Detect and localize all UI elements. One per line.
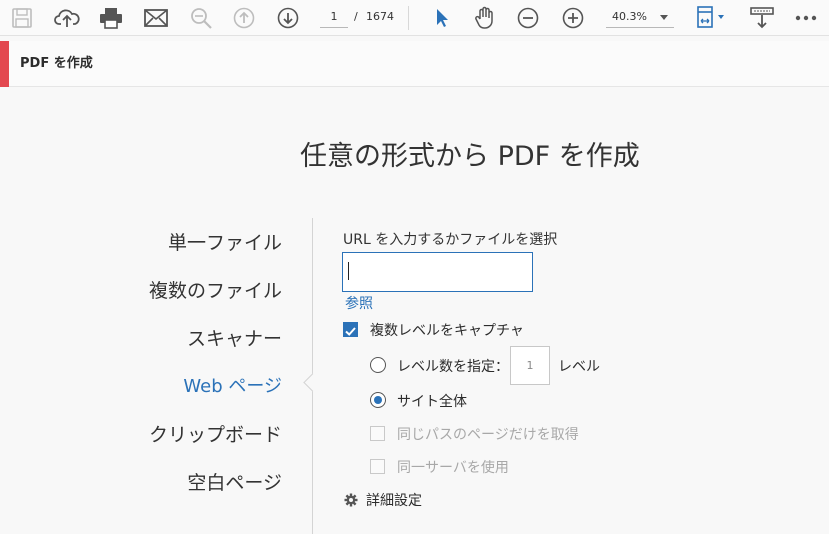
- nav-item-web-page[interactable]: Web ページ: [183, 372, 282, 398]
- advanced-settings-link[interactable]: 詳細設定: [366, 490, 422, 510]
- zoom-out-magnifier-icon[interactable]: [187, 4, 215, 32]
- nav-item-blank-page[interactable]: 空白ページ: [187, 468, 282, 495]
- page-up-icon[interactable]: [230, 4, 258, 32]
- select-arrow-icon[interactable]: [428, 4, 456, 32]
- titlebar-accent: [0, 41, 9, 87]
- same-path-checkbox[interactable]: [370, 426, 385, 441]
- whole-site-radio[interactable]: [370, 392, 386, 408]
- zoom-dropdown[interactable]: 40.3%: [606, 6, 674, 28]
- tool-title: PDF を作成: [20, 56, 93, 71]
- zoom-value: 40.3%: [612, 10, 647, 23]
- page-number-input[interactable]: 1: [320, 6, 348, 28]
- nav-item-multiple-files[interactable]: 複数のファイル: [149, 276, 282, 303]
- whole-site-label: サイト全体: [397, 394, 467, 410]
- nav-item-clipboard[interactable]: クリップボード: [149, 420, 282, 447]
- level-count-input[interactable]: 1: [510, 346, 550, 385]
- same-path-label: 同じパスのページだけを取得: [397, 427, 579, 443]
- page-down-icon[interactable]: [274, 4, 302, 32]
- level-suffix: レベル: [558, 359, 600, 375]
- same-server-checkbox[interactable]: [370, 459, 385, 474]
- more-icon[interactable]: [792, 4, 820, 32]
- capture-levels-checkbox[interactable]: [343, 322, 358, 337]
- mail-icon[interactable]: [142, 4, 170, 32]
- nav-item-single-file[interactable]: 単一ファイル: [168, 228, 282, 255]
- page-title: 任意の形式から PDF を作成: [300, 141, 640, 172]
- page-total: 1674: [366, 10, 394, 23]
- level-count-radio[interactable]: [370, 357, 386, 373]
- nav-item-scanner[interactable]: スキャナー: [187, 324, 282, 351]
- url-label: URL を入力するかファイルを選択: [343, 232, 558, 248]
- zoom-out-icon[interactable]: [514, 4, 542, 32]
- same-server-label: 同一サーバを使用: [397, 460, 509, 476]
- tool-titlebar: PDF を作成: [0, 41, 829, 87]
- page-separator: /: [354, 10, 358, 23]
- hand-tool-icon[interactable]: [471, 4, 499, 32]
- page-fit-icon[interactable]: [694, 4, 730, 32]
- level-count-label: レベル数を指定：: [397, 359, 509, 375]
- zoom-in-icon[interactable]: [559, 4, 587, 32]
- save-icon[interactable]: [8, 4, 36, 32]
- url-input[interactable]: [342, 252, 533, 292]
- gear-icon[interactable]: [344, 492, 358, 507]
- scroll-mode-icon[interactable]: [748, 4, 776, 32]
- chevron-down-icon: [660, 15, 668, 20]
- text-caret: [348, 262, 349, 280]
- toolbar: 1 / 1674 40.3%: [0, 0, 829, 36]
- nav-active-pointer: [303, 373, 322, 392]
- checkmark-icon: [345, 327, 356, 336]
- print-icon[interactable]: [97, 4, 125, 32]
- toolbar-divider: [408, 6, 409, 30]
- browse-link[interactable]: 参照: [345, 293, 373, 313]
- capture-levels-label: 複数レベルをキャプチャ: [370, 323, 524, 339]
- upload-cloud-icon[interactable]: [53, 4, 81, 32]
- radio-selected-dot: [374, 396, 382, 404]
